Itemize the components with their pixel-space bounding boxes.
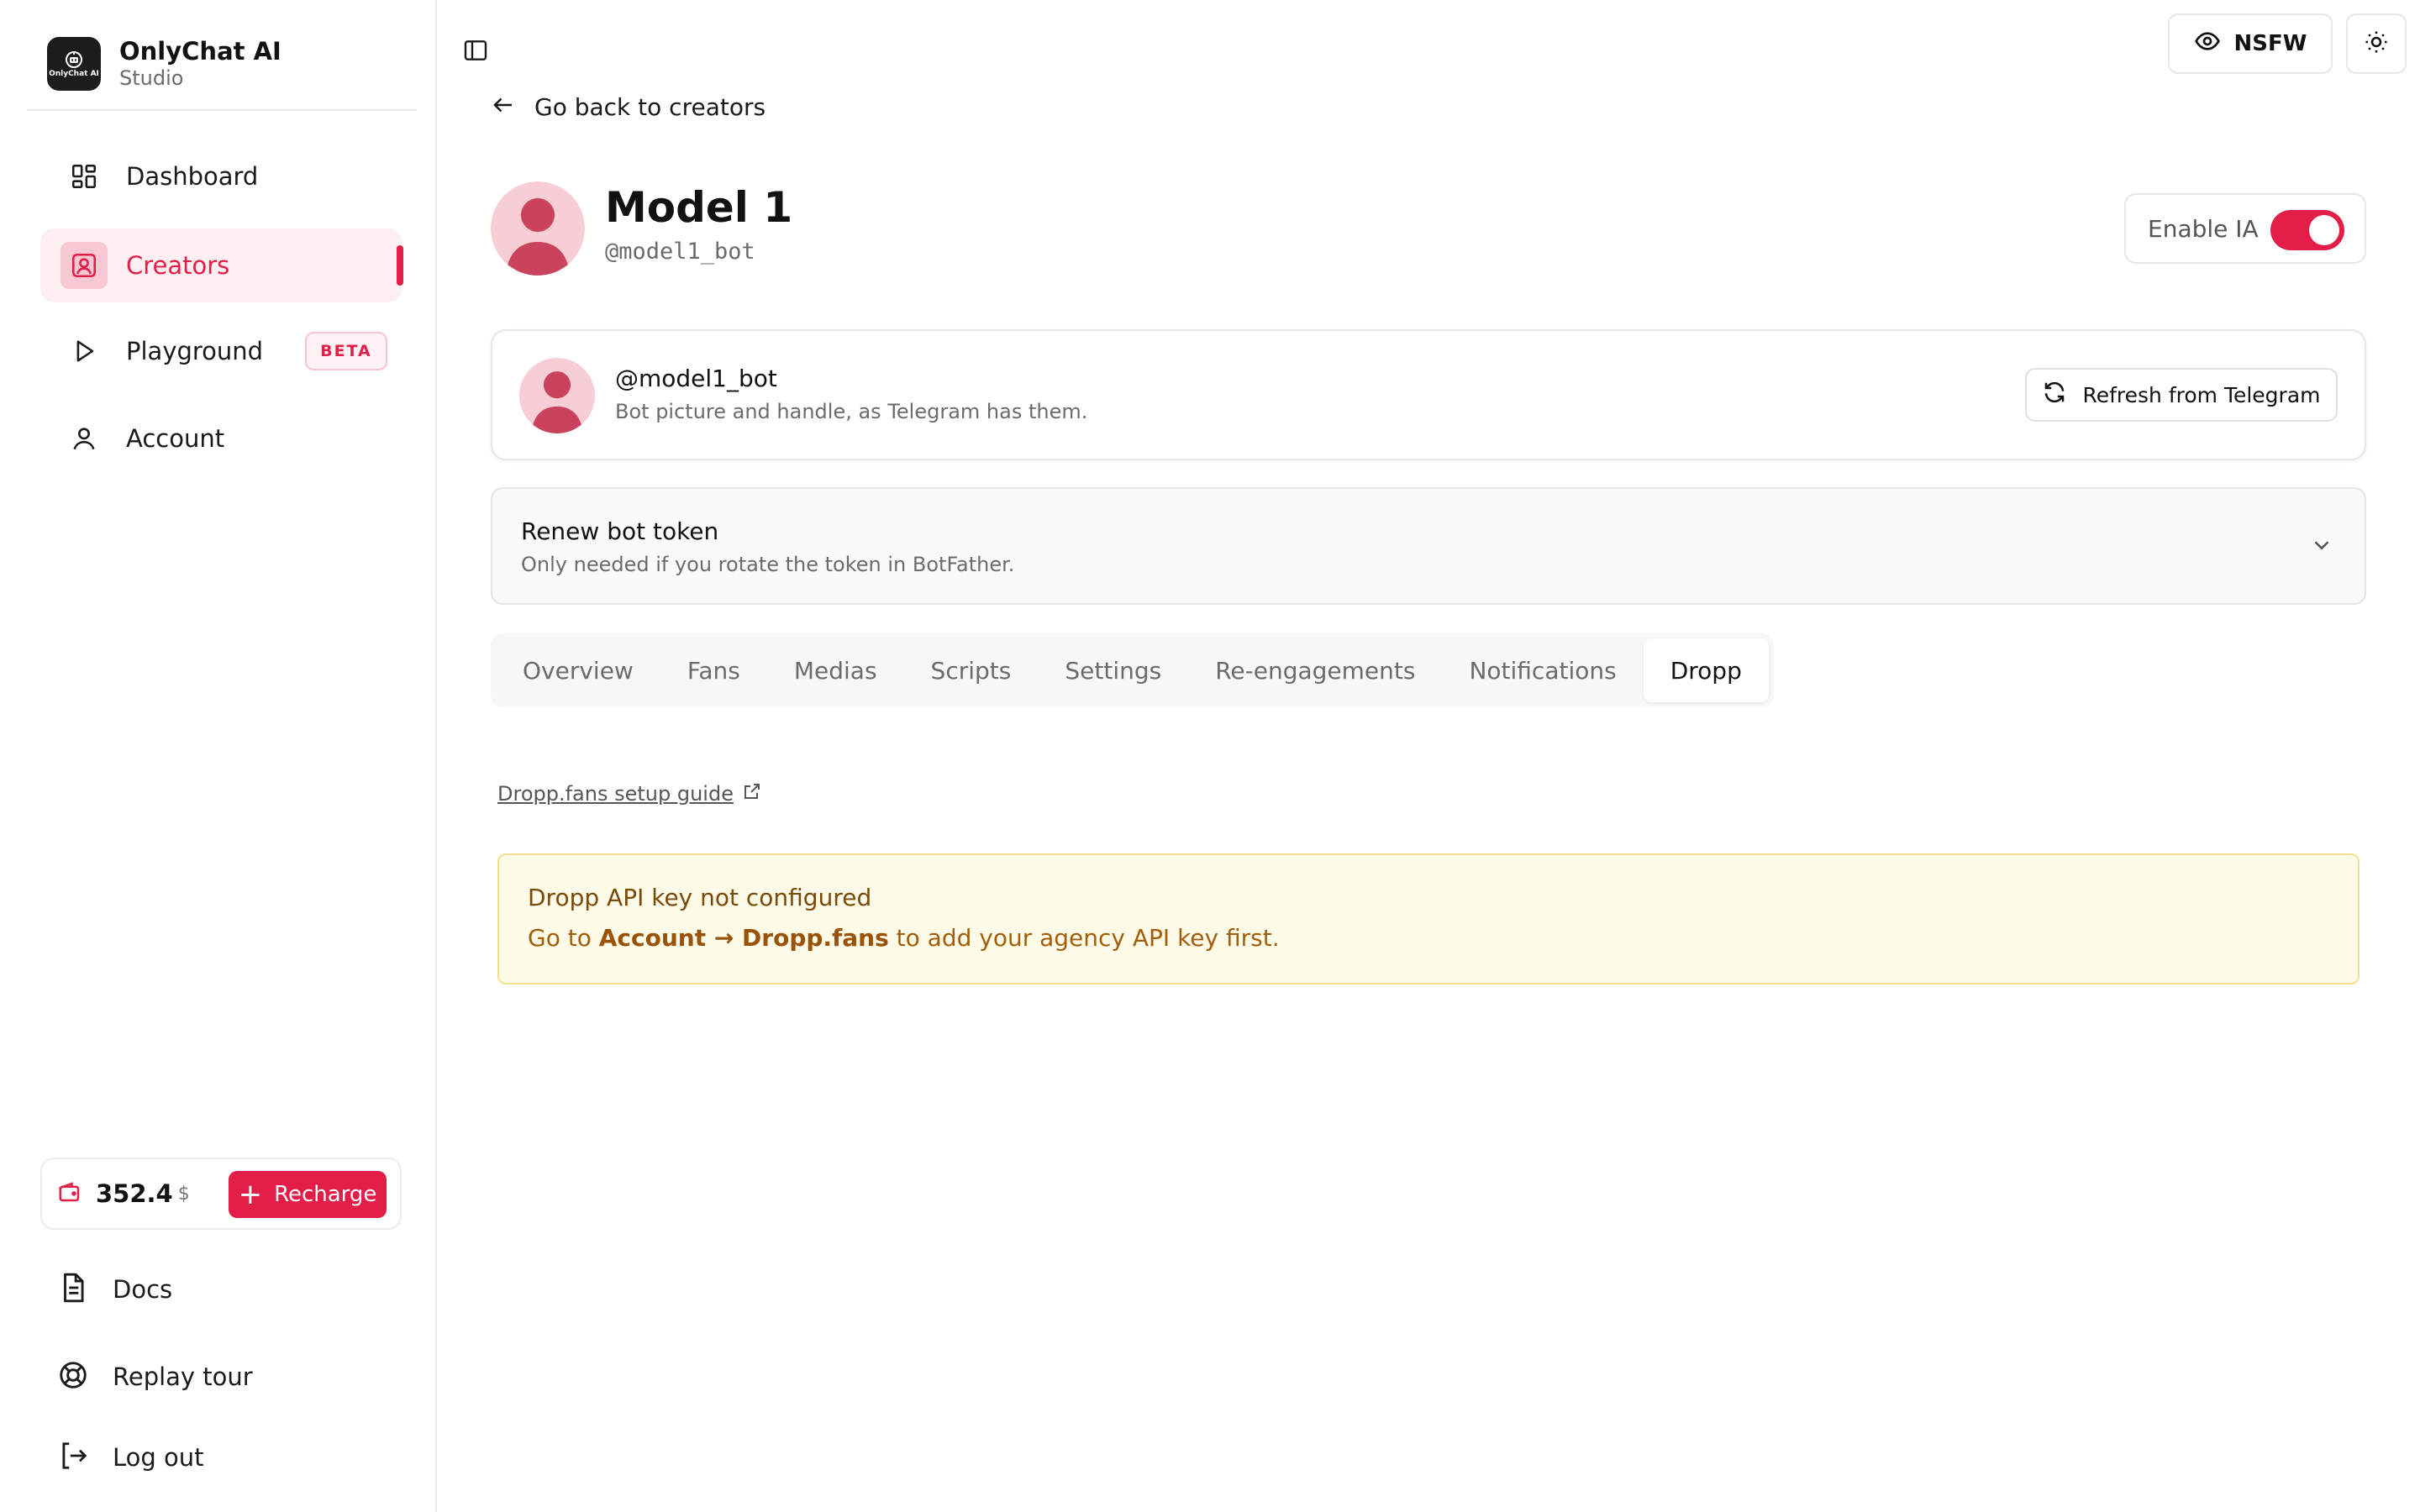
enable-ia-toggle[interactable] bbox=[2270, 210, 2344, 250]
warning-title: Dropp API key not configured bbox=[528, 884, 872, 911]
play-icon bbox=[67, 334, 101, 368]
model-handle: @model1_bot bbox=[605, 239, 755, 265]
sidebar: OnlyChat AI OnlyChat AI Studio Dashboard… bbox=[0, 0, 437, 1512]
renew-description: Only needed if you rotate the token in B… bbox=[521, 553, 1015, 576]
brand-text: OnlyChat AI Studio bbox=[119, 37, 281, 91]
sidebar-item-label: Creators bbox=[126, 251, 230, 280]
refresh-label: Refresh from Telegram bbox=[2082, 382, 2321, 407]
recharge-button[interactable]: + Recharge bbox=[229, 1171, 387, 1218]
sidebar-item-label: Replay tour bbox=[113, 1362, 253, 1391]
warning-prefix: Go to bbox=[528, 924, 599, 952]
model-avatar bbox=[491, 181, 585, 276]
arrow-left-icon bbox=[491, 92, 516, 121]
chevron-down-icon bbox=[2309, 533, 2334, 561]
back-label: Go back to creators bbox=[534, 92, 766, 121]
tab-settings[interactable]: Settings bbox=[1038, 638, 1188, 702]
panel-left-icon bbox=[462, 37, 489, 67]
sidebar-item-label: Dashboard bbox=[126, 162, 259, 191]
tab-medias[interactable]: Medias bbox=[767, 638, 904, 702]
person-icon bbox=[506, 198, 570, 276]
warning-body: Go to Account → Dropp.fans to add your a… bbox=[528, 924, 1280, 952]
tab-dropp[interactable]: Dropp bbox=[1643, 638, 1769, 702]
bot-icon bbox=[66, 51, 82, 68]
logout-icon bbox=[57, 1440, 89, 1475]
tab-notifications[interactable]: Notifications bbox=[1442, 638, 1643, 702]
back-to-creators-link[interactable]: Go back to creators bbox=[491, 92, 765, 121]
nsfw-toggle-button[interactable]: NSFW bbox=[2168, 13, 2333, 74]
dropp-warning-alert: Dropp API key not configured Go to Accou… bbox=[497, 853, 2360, 984]
beta-badge: BETA bbox=[305, 332, 387, 370]
bot-info-card: @model1_bot Bot picture and handle, as T… bbox=[491, 329, 2366, 460]
external-link-icon bbox=[734, 781, 762, 806]
bot-handle: @model1_bot bbox=[615, 365, 777, 392]
nsfw-label: NSFW bbox=[2233, 31, 2307, 56]
enable-ia-label: Enable IA bbox=[2148, 214, 2259, 243]
balance-card: 352.4 $ + Recharge bbox=[40, 1158, 402, 1230]
warning-account-link[interactable]: Account → Dropp.fans bbox=[599, 924, 889, 952]
refresh-from-telegram-button[interactable]: Refresh from Telegram bbox=[2025, 368, 2338, 422]
sidebar-item-account[interactable]: Account bbox=[40, 402, 402, 475]
sidebar-item-label: Docs bbox=[113, 1275, 173, 1304]
bot-avatar bbox=[519, 358, 595, 433]
guide-link-label: Dropp.fans setup guide bbox=[497, 782, 734, 806]
wallet-icon bbox=[57, 1179, 82, 1208]
dashboard-icon bbox=[67, 160, 101, 193]
tab-fans[interactable]: Fans bbox=[660, 638, 767, 702]
lifebuoy-icon bbox=[57, 1359, 89, 1394]
sidebar-item-label: Log out bbox=[113, 1443, 204, 1472]
active-indicator bbox=[397, 245, 403, 286]
brand-subtitle: Studio bbox=[119, 66, 184, 90]
sidebar-item-docs[interactable]: Docs bbox=[57, 1272, 172, 1307]
tab-overview[interactable]: Overview bbox=[496, 638, 660, 702]
sidebar-item-logout[interactable]: Log out bbox=[57, 1440, 204, 1475]
toggle-knob bbox=[2309, 215, 2339, 245]
refresh-icon bbox=[2042, 380, 2082, 410]
tab-re-engagements[interactable]: Re-engagements bbox=[1188, 638, 1442, 702]
sun-icon bbox=[2364, 29, 2389, 58]
model-name: Model 1 bbox=[605, 183, 793, 232]
sidebar-item-label: Account bbox=[126, 424, 225, 453]
recharge-label: Recharge bbox=[274, 1182, 377, 1207]
balance-amount: 352.4 bbox=[96, 1179, 173, 1208]
sidebar-item-creators[interactable]: Creators bbox=[40, 228, 403, 302]
brand-logo-text: OnlyChat AI bbox=[49, 70, 99, 78]
enable-ia-card: Enable IA bbox=[2124, 193, 2366, 264]
renew-token-accordion[interactable]: Renew bot token Only needed if you rotat… bbox=[491, 487, 2366, 605]
bot-description: Bot picture and handle, as Telegram has … bbox=[615, 400, 1088, 423]
tab-scripts[interactable]: Scripts bbox=[904, 638, 1039, 702]
sidebar-toggle-button[interactable] bbox=[459, 35, 492, 69]
sidebar-divider bbox=[27, 109, 417, 111]
theme-toggle-button[interactable] bbox=[2346, 13, 2407, 74]
model-tabs: Overview Fans Medias Scripts Settings Re… bbox=[491, 633, 1774, 707]
brand-logo: OnlyChat AI bbox=[47, 37, 101, 91]
plus-icon: + bbox=[238, 1178, 263, 1211]
sidebar-item-label: Playground bbox=[126, 337, 264, 365]
user-icon bbox=[67, 422, 101, 455]
sidebar-item-playground[interactable]: Playground BETA bbox=[40, 314, 402, 388]
brand[interactable]: OnlyChat AI OnlyChat AI Studio bbox=[47, 37, 281, 91]
sidebar-item-dashboard[interactable]: Dashboard bbox=[40, 139, 402, 213]
brand-title: OnlyChat AI bbox=[119, 37, 281, 66]
person-icon bbox=[531, 371, 583, 433]
eye-icon bbox=[2194, 28, 2234, 60]
creators-icon bbox=[60, 242, 108, 289]
sidebar-item-replay-tour[interactable]: Replay tour bbox=[57, 1359, 253, 1394]
dropp-setup-guide-link[interactable]: Dropp.fans setup guide bbox=[497, 781, 762, 806]
warning-suffix: to add your agency API key first. bbox=[888, 924, 1280, 952]
renew-title: Renew bot token bbox=[521, 517, 719, 545]
balance-currency: $ bbox=[177, 1183, 190, 1205]
document-icon bbox=[57, 1272, 89, 1307]
